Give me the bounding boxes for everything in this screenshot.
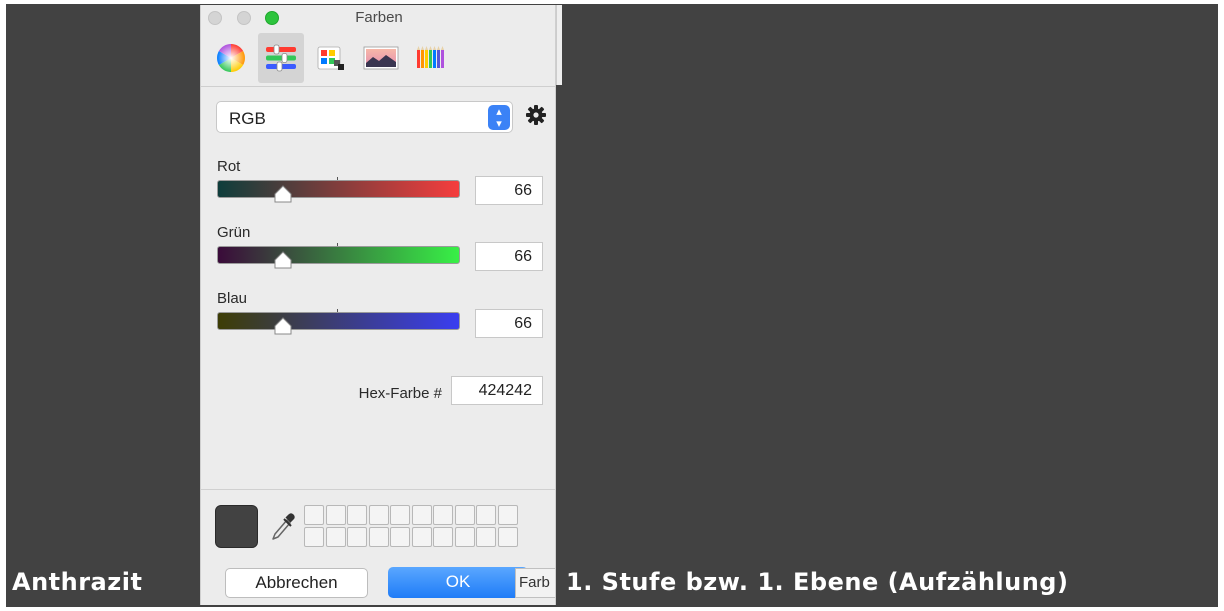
color-model-select[interactable]: RGB ▴ ▾ bbox=[216, 101, 513, 133]
color-palettes-icon bbox=[317, 46, 344, 70]
color-swatch-slot[interactable] bbox=[325, 505, 346, 525]
color-swatch-slot[interactable] bbox=[497, 505, 518, 525]
color-swatch-slot[interactable] bbox=[454, 527, 475, 547]
caption-level-label: 1. Stufe bzw. 1. Ebene (Aufzählung) bbox=[566, 568, 1069, 596]
gear-icon[interactable] bbox=[523, 102, 549, 128]
color-swatch-slot[interactable] bbox=[347, 505, 367, 525]
colors-panel: Farben RGB ▴ ▾ Rot 66 Grün 66 Blau 66 He… bbox=[200, 5, 556, 605]
red-slider-track[interactable] bbox=[217, 180, 460, 198]
tool-pencils[interactable] bbox=[408, 33, 454, 83]
color-swatch-slot[interactable] bbox=[325, 527, 346, 547]
cancel-button[interactable]: Abbrechen bbox=[225, 568, 368, 598]
color-swatch-slot[interactable] bbox=[433, 505, 453, 525]
green-slider-label: Grün bbox=[217, 224, 251, 241]
color-swatch-slot[interactable] bbox=[368, 527, 389, 547]
red-slider-thumb[interactable] bbox=[274, 185, 292, 203]
chevron-updown-icon: ▴ ▾ bbox=[488, 105, 510, 130]
blue-slider-thumb[interactable] bbox=[274, 317, 292, 335]
eyedropper-icon[interactable] bbox=[269, 510, 295, 542]
color-swatch-slot[interactable] bbox=[476, 505, 496, 525]
color-swatch-slot[interactable] bbox=[476, 527, 496, 547]
color-swatch-slot[interactable] bbox=[454, 505, 475, 525]
tool-color-wheel[interactable] bbox=[208, 33, 254, 83]
document-canvas bbox=[6, 4, 1218, 607]
green-value-field[interactable]: 66 bbox=[475, 242, 543, 271]
divider bbox=[201, 489, 555, 490]
window-title: Farben bbox=[355, 9, 403, 26]
color-swatch-slot[interactable] bbox=[390, 527, 410, 547]
title-bar: Farben bbox=[201, 5, 555, 31]
blue-slider-label: Blau bbox=[217, 290, 248, 307]
color-swatch-slot[interactable] bbox=[304, 505, 324, 525]
tool-color-palettes[interactable] bbox=[308, 33, 354, 83]
tool-color-sliders[interactable] bbox=[258, 33, 304, 83]
background-window-edge bbox=[556, 5, 562, 85]
color-swatch-slot[interactable] bbox=[368, 505, 389, 525]
hex-color-field[interactable]: 424242 bbox=[451, 376, 543, 405]
color-swatch-slot[interactable] bbox=[411, 505, 432, 525]
red-value-field[interactable]: 66 bbox=[475, 176, 543, 205]
color-swatch-slot[interactable] bbox=[411, 527, 432, 547]
color-swatch-slot[interactable] bbox=[497, 527, 518, 547]
color-sliders-icon bbox=[266, 44, 296, 72]
red-slider-label: Rot bbox=[217, 158, 241, 175]
current-color-well[interactable] bbox=[215, 505, 258, 548]
tooltip-fragment: Farb bbox=[515, 568, 555, 598]
blue-value-field[interactable]: 66 bbox=[475, 309, 543, 338]
color-swatch-slot[interactable] bbox=[347, 527, 367, 547]
color-swatch-slot[interactable] bbox=[433, 527, 453, 547]
green-slider-track[interactable] bbox=[217, 246, 460, 264]
blue-slider-track[interactable] bbox=[217, 312, 460, 330]
image-palettes-icon bbox=[363, 46, 399, 70]
color-swatch-slot[interactable] bbox=[304, 527, 324, 547]
green-slider-thumb[interactable] bbox=[274, 251, 292, 269]
color-wheel-icon bbox=[217, 44, 245, 72]
color-model-value: RGB bbox=[229, 109, 266, 128]
pencils-icon bbox=[417, 46, 444, 68]
color-swatch-grid bbox=[304, 505, 520, 549]
caption-color-name: Anthrazit bbox=[12, 568, 143, 596]
hex-color-label: Hex-Farbe # bbox=[358, 385, 442, 402]
color-swatch-slot[interactable] bbox=[390, 505, 410, 525]
tool-image-palettes[interactable] bbox=[358, 33, 404, 83]
color-picker-toolbar bbox=[201, 31, 555, 87]
ok-button[interactable]: OK bbox=[388, 567, 528, 598]
